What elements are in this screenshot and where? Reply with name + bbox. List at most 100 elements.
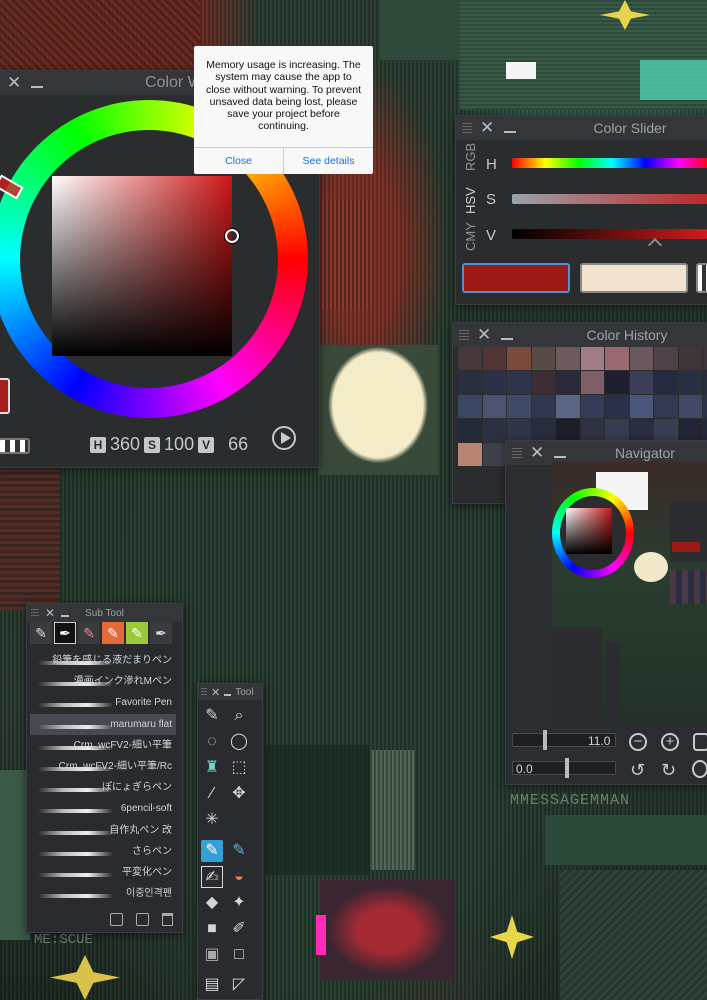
close-icon[interactable]: ✕: [211, 686, 220, 699]
history-swatch[interactable]: [531, 347, 555, 370]
pencil-tool-icon[interactable]: ✎: [228, 840, 250, 862]
move-tool-icon[interactable]: ✥: [228, 783, 250, 805]
rectangle-tool-icon[interactable]: □: [228, 944, 250, 966]
history-swatch[interactable]: [605, 347, 629, 370]
history-swatch[interactable]: [605, 395, 629, 418]
history-swatch[interactable]: [556, 395, 580, 418]
minimize-icon[interactable]: [504, 123, 517, 133]
history-swatch[interactable]: [678, 371, 702, 394]
zoom-slider-handle[interactable]: [543, 730, 547, 750]
brush-item[interactable]: Crm_wcFV2-細い平筆: [30, 735, 176, 756]
grip-icon[interactable]: [512, 448, 522, 458]
auto-select-icon[interactable]: ⬚: [228, 757, 250, 779]
history-swatch[interactable]: [507, 395, 531, 418]
history-swatch[interactable]: [580, 371, 604, 394]
history-swatch[interactable]: [458, 443, 482, 466]
grip-icon[interactable]: [201, 688, 207, 696]
brush-item[interactable]: 이중인격펜: [30, 883, 176, 904]
bucket-tool-icon[interactable]: ◒: [228, 866, 250, 888]
minimize-icon[interactable]: [224, 689, 232, 696]
value-slider[interactable]: [512, 229, 707, 239]
brush-tool-icon[interactable]: ✍: [201, 866, 223, 888]
history-swatch[interactable]: [458, 347, 482, 370]
history-swatch[interactable]: [531, 395, 555, 418]
history-swatch[interactable]: [580, 419, 604, 442]
play-icon[interactable]: [272, 426, 296, 450]
ruler-tool-icon[interactable]: ◸: [228, 974, 250, 996]
history-swatch[interactable]: [580, 395, 604, 418]
history-swatch[interactable]: [703, 395, 707, 418]
history-swatch[interactable]: [507, 371, 531, 394]
minimize-icon[interactable]: [61, 610, 70, 617]
brush-item[interactable]: 6pencil-soft: [30, 798, 176, 819]
close-icon[interactable]: ✕: [7, 73, 21, 93]
dialog-close-button[interactable]: Close: [194, 148, 283, 174]
history-swatch[interactable]: [482, 419, 506, 442]
close-icon[interactable]: ✕: [480, 118, 494, 138]
duplicate-icon[interactable]: [136, 913, 149, 926]
blend-tool-icon[interactable]: ✦: [228, 892, 250, 914]
history-swatch[interactable]: [458, 419, 482, 442]
main-color-swatch[interactable]: [0, 378, 10, 414]
pen-active-icon[interactable]: ✎: [201, 840, 223, 862]
tab-hsv[interactable]: HSV: [463, 184, 483, 218]
sub-tool-titlebar[interactable]: ✕ Sub Tool: [27, 604, 182, 622]
zoom-out-icon[interactable]: −: [629, 733, 647, 751]
transparent-color-swatch[interactable]: [0, 438, 30, 454]
hue-slider[interactable]: [512, 158, 707, 168]
reset-rotation-icon[interactable]: [692, 760, 707, 778]
close-icon[interactable]: ✕: [530, 443, 544, 463]
navigator-preview[interactable]: [552, 462, 707, 724]
pen-group-tab[interactable]: ✒: [150, 622, 172, 644]
history-swatch[interactable]: [605, 419, 629, 442]
figure-tool-icon[interactable]: ✐: [228, 918, 250, 940]
history-swatch[interactable]: [678, 419, 702, 442]
history-swatch[interactable]: [703, 419, 707, 442]
pen-group-tab[interactable]: ✎: [102, 622, 124, 644]
history-swatch[interactable]: [678, 395, 702, 418]
slider-sub-color[interactable]: [580, 263, 688, 293]
brush-item[interactable]: 自作丸ペン 改: [30, 820, 176, 841]
history-swatch[interactable]: [507, 419, 531, 442]
history-swatch[interactable]: [482, 395, 506, 418]
minimize-icon[interactable]: [31, 78, 44, 88]
history-swatch[interactable]: [654, 419, 678, 442]
brush-item[interactable]: 漫画インク滲れMペン: [30, 671, 176, 692]
history-swatch[interactable]: [482, 443, 506, 466]
dialog-see-details-button[interactable]: See details: [283, 148, 373, 174]
color-slider-titlebar[interactable]: ✕ Color Slider: [456, 116, 707, 140]
grip-icon[interactable]: [31, 609, 39, 617]
grip-icon[interactable]: [459, 330, 469, 340]
history-swatch[interactable]: [629, 419, 653, 442]
history-swatch[interactable]: [605, 371, 629, 394]
history-swatch[interactable]: [556, 371, 580, 394]
history-swatch[interactable]: [654, 347, 678, 370]
history-swatch[interactable]: [531, 419, 555, 442]
sparkle-tool-icon[interactable]: ✳: [201, 809, 223, 831]
zoom-tool-icon[interactable]: ⌕: [228, 705, 250, 727]
selection-tool-icon[interactable]: ◌: [201, 731, 223, 753]
pen-group-tab[interactable]: ✎: [126, 622, 148, 644]
history-swatch[interactable]: [629, 371, 653, 394]
history-swatch[interactable]: [654, 371, 678, 394]
pen-group-tab[interactable]: ✎: [30, 622, 52, 644]
fit-icon[interactable]: [693, 733, 707, 751]
slider-transparent-color[interactable]: [696, 263, 707, 293]
frame-tool-icon[interactable]: ▣: [201, 944, 223, 966]
trash-icon[interactable]: [162, 913, 173, 926]
brush-item[interactable]: ぽにょぎらペン: [30, 777, 176, 798]
history-swatch[interactable]: [507, 347, 531, 370]
minimize-icon[interactable]: [501, 330, 514, 340]
grip-icon[interactable]: [462, 123, 472, 133]
saturation-slider[interactable]: [512, 194, 707, 204]
history-swatch[interactable]: [654, 395, 678, 418]
history-swatch[interactable]: [703, 347, 707, 370]
brush-item[interactable]: Crm_wcFV2-細い平筆/Rc: [30, 756, 176, 777]
tab-rgb[interactable]: RGB: [463, 142, 483, 172]
tab-cmy[interactable]: CMY: [463, 222, 483, 252]
lasso-tool-icon[interactable]: ◯: [228, 731, 250, 753]
brush-item[interactable]: 平変化ペン: [30, 862, 176, 883]
pen-group-tab[interactable]: ✒: [54, 622, 76, 644]
history-swatch[interactable]: [556, 347, 580, 370]
history-swatch[interactable]: [458, 371, 482, 394]
